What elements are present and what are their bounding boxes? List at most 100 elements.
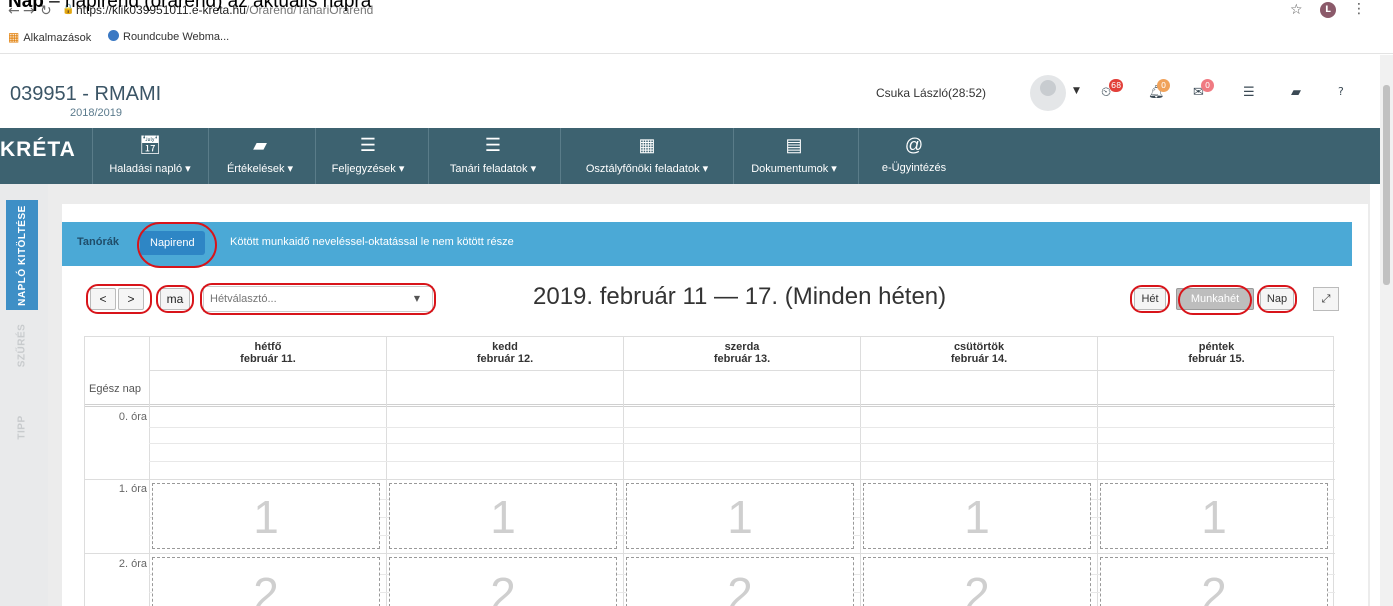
day-name: szerda	[724, 341, 760, 353]
column-divider	[1097, 371, 1098, 606]
caption-rest: – napirend (órarend) az aktuális napra	[43, 0, 372, 12]
lesson-slot-tue-1[interactable]: 1	[389, 483, 617, 549]
today-button[interactable]: ma	[160, 288, 190, 310]
menu-separator	[315, 128, 316, 184]
tab-tanorak[interactable]: Tanórák	[77, 236, 119, 248]
mail-badge: 0	[1201, 79, 1214, 92]
fullscreen-icon[interactable]: ⤢	[1313, 287, 1339, 311]
slot-line	[149, 427, 1335, 428]
day-header-thursday: csütörtök február 14.	[860, 337, 1097, 371]
bookmark-star-icon[interactable]: ☆	[1290, 2, 1303, 18]
next-week-button[interactable]: >	[118, 288, 144, 310]
slot-line	[149, 443, 1335, 444]
prev-week-button[interactable]: <	[90, 288, 116, 310]
day-name: péntek	[1198, 341, 1235, 353]
day-name: csütörtök	[953, 341, 1005, 353]
rail-tab-tipp[interactable]: TIPP	[6, 402, 38, 452]
day-header-monday: hétfő február 11.	[149, 337, 386, 371]
tab-kotott-munkaido[interactable]: Kötött munkaidő neveléssel-oktatással le…	[230, 236, 514, 248]
menu-item-label: Feljegyzések ▾	[331, 163, 405, 175]
bookmark-apps[interactable]: ▦ Alkalmazások	[8, 30, 91, 44]
menu-osztalyfonoki-feladatok[interactable]: ▦ Osztályfőnöki feladatok ▾	[564, 128, 730, 184]
browser-menu-icon[interactable]: ⋮	[1352, 1, 1366, 17]
menu-separator	[428, 128, 429, 184]
day-date: február 13.	[713, 353, 771, 365]
menu-item-label: e-Ügyintézés	[881, 162, 947, 174]
lesson-slot-mon-2[interactable]: 2	[152, 557, 380, 606]
column-divider	[860, 371, 861, 606]
rail-tab-label: SZŰRÉS	[16, 323, 28, 367]
document-caption: Nap – napirend (órarend) az aktuális nap…	[8, 0, 371, 13]
list-menu-icon[interactable]: ☰	[1243, 85, 1255, 100]
lesson-slot-thu-2[interactable]: 2	[863, 557, 1091, 606]
menu-dokumentumok[interactable]: ▤ Dokumentumok ▾	[736, 128, 852, 184]
caption-bold: Nap	[8, 0, 44, 12]
avatar[interactable]	[1030, 75, 1066, 111]
all-day-row	[85, 371, 1335, 407]
day-header-friday: péntek február 15.	[1097, 337, 1335, 371]
menu-haladasi-naplo[interactable]: 📅︎ Haladási napló ▾	[96, 128, 204, 184]
bookmarks-bar: ▦ Alkalmazások Roundcube Webma...	[0, 22, 1393, 54]
day-date: február 15.	[1188, 353, 1245, 365]
list-icon: ☰	[484, 135, 502, 155]
menu-item-label: Tanári feladatok ▾	[449, 163, 537, 175]
menu-item-label: Dokumentumok ▾	[751, 163, 837, 175]
lesson-slot-tue-2[interactable]: 2	[389, 557, 617, 606]
period-label-1: 1. óra	[118, 483, 147, 495]
day-date: február 11.	[240, 353, 296, 365]
grid-icon: ▦	[638, 135, 656, 155]
all-day-label: Egész nap	[89, 383, 141, 395]
day-header-tuesday: kedd február 12.	[386, 337, 623, 371]
period-label-2: 2. óra	[118, 558, 147, 570]
page-scrollbar[interactable]	[1380, 55, 1393, 606]
bookmark-roundcube[interactable]: Roundcube Webma...	[108, 30, 229, 43]
tab-napirend[interactable]: Napirend	[140, 231, 205, 255]
book-icon[interactable]: ▰	[1291, 85, 1301, 100]
menu-ertekelesek[interactable]: ▰ Értékelések ▾	[212, 128, 308, 184]
kreta-logo[interactable]: KRÉTA	[0, 138, 76, 162]
user-name[interactable]: Csuka László(28:52)	[876, 86, 986, 100]
menu-separator	[560, 128, 561, 184]
lesson-slot-thu-1[interactable]: 1	[863, 483, 1091, 549]
view-week-button[interactable]: Hét	[1134, 288, 1166, 310]
period-label-0: 0. óra	[118, 411, 147, 423]
timer-badge: 68	[1109, 79, 1124, 92]
profile-avatar[interactable]: L	[1320, 2, 1336, 18]
help-icon[interactable]: ?	[1338, 85, 1344, 98]
at-icon: @	[904, 135, 924, 155]
lesson-slot-mon-1[interactable]: 1	[152, 483, 380, 549]
scrollbar-thumb[interactable]	[1383, 85, 1390, 285]
column-divider	[149, 371, 150, 606]
slot-line	[149, 461, 1335, 462]
menu-separator	[208, 128, 209, 184]
view-day-button[interactable]: Nap	[1260, 288, 1294, 310]
menu-item-label: Értékelések ▾	[226, 163, 294, 175]
document-icon: ▤	[785, 135, 803, 155]
menu-e-ugyintezes[interactable]: @ e-Ügyintézés	[864, 128, 964, 184]
schedule-tabs: Tanórák Napirend Kötött munkaidő nevelés…	[62, 222, 1352, 266]
week-calendar: hétfő február 11. kedd február 12. szerda f…	[84, 336, 1335, 606]
menu-feljegyzesek[interactable]: ☰ Feljegyzések ▾	[318, 128, 418, 184]
rail-tab-szures[interactable]: SZŰRÉS	[6, 310, 38, 380]
week-selector[interactable]: ▼	[203, 286, 433, 312]
bookmark-roundcube-label: Roundcube Webma...	[123, 31, 230, 43]
app-header: 039951 - RMAMI 2018/2019 Csuka László(28…	[0, 55, 1380, 127]
school-year: 2018/2019	[70, 107, 122, 119]
week-selector-input[interactable]	[204, 287, 404, 311]
menu-tanari-feladatok[interactable]: ☰ Tanári feladatok ▾	[432, 128, 554, 184]
rail-tab-naplo-kitoltese[interactable]: NAPLÓ KITÖLTÉSE	[6, 200, 38, 310]
lesson-slot-fri-2[interactable]: 2	[1100, 557, 1328, 606]
lesson-slot-fri-1[interactable]: 1	[1100, 483, 1328, 549]
calendar-check-icon: 📅︎	[138, 135, 162, 155]
lesson-slot-wed-1[interactable]: 1	[626, 483, 854, 549]
week-title: 2019. február 11 — 17. (Minden héten)	[533, 283, 947, 310]
chevron-down-icon[interactable]: ▼	[414, 294, 420, 303]
bell-badge: 0	[1157, 79, 1170, 92]
column-divider	[623, 371, 624, 606]
school-id[interactable]: 039951 - RMAMI	[10, 83, 161, 106]
menu-item-label: Haladási napló ▾	[109, 163, 191, 175]
chevron-down-icon[interactable]: ▼	[1073, 86, 1080, 96]
book-icon: ▰	[253, 135, 267, 155]
lesson-slot-wed-2[interactable]: 2	[626, 557, 854, 606]
view-workweek-button[interactable]: Munkahét	[1176, 288, 1254, 310]
